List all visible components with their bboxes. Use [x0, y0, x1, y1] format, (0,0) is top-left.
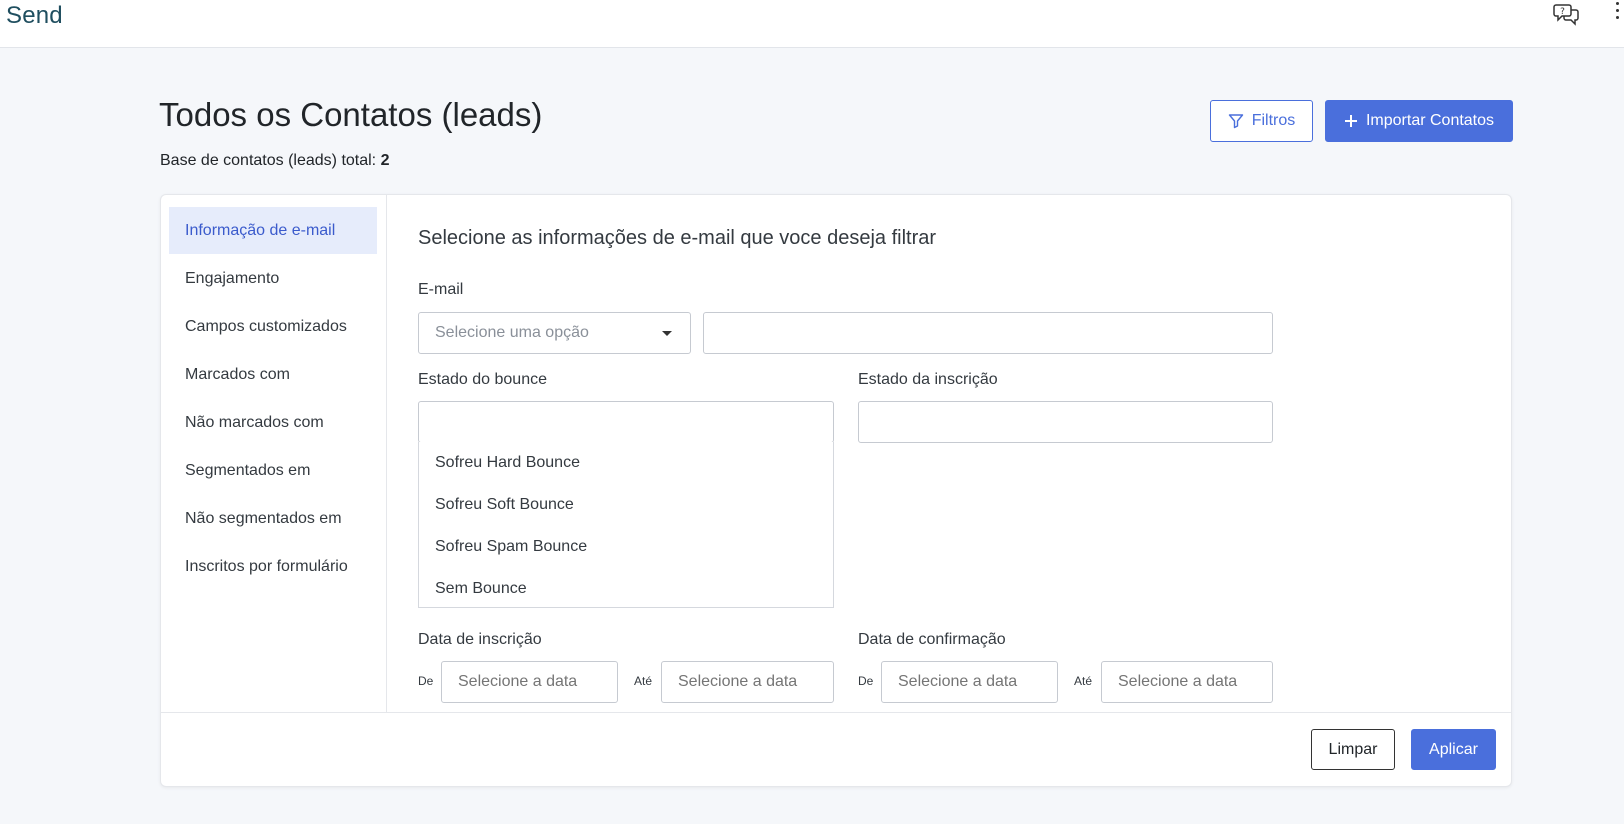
- apply-button[interactable]: Aplicar: [1411, 729, 1496, 770]
- sidebar-item-label: Campos customizados: [185, 317, 347, 335]
- bounce-state-label: Estado do bounce: [418, 371, 547, 388]
- import-contacts-label: Importar Contatos: [1365, 112, 1495, 129]
- sidebar-item-engagement[interactable]: Engajamento: [169, 255, 377, 302]
- brand-logo[interactable]: Send: [6, 2, 63, 30]
- sidebar-item-label: Não segmentados em: [185, 509, 342, 527]
- sidebar-item-not-segmented-in[interactable]: Não segmentados em: [169, 495, 377, 542]
- confirm-date-from-input[interactable]: [881, 661, 1058, 703]
- section-title: Selecione as informações de e-mail que v…: [418, 227, 937, 249]
- caret-down-icon: [662, 331, 672, 336]
- sidebar-item-subscribed-by-form[interactable]: Inscritos por formulário: [169, 543, 377, 590]
- bounce-option-none[interactable]: Sem Bounce: [419, 568, 833, 610]
- sidebar-item-label: Marcados com: [185, 365, 290, 383]
- sidebar-item-label: Não marcados com: [185, 413, 324, 431]
- sidebar-item-label: Informação de e-mail: [185, 221, 336, 239]
- bounce-state-dropdown: Sofreu Hard Bounce Sofreu Soft Bounce So…: [418, 442, 834, 608]
- clear-button[interactable]: Limpar: [1311, 729, 1395, 770]
- bounce-option-spam[interactable]: Sofreu Spam Bounce: [419, 526, 833, 568]
- bounce-option-soft[interactable]: Sofreu Soft Bounce: [419, 484, 833, 526]
- email-operator-select[interactable]: Selecione uma opção: [418, 312, 691, 354]
- sidebar-item-label: Engajamento: [185, 269, 280, 287]
- filters-button[interactable]: Filtros: [1210, 100, 1313, 142]
- sidebar-item-label: Inscritos por formulário: [185, 557, 348, 575]
- email-label: E-mail: [418, 281, 464, 298]
- bounce-option-hard[interactable]: Sofreu Hard Bounce: [419, 442, 833, 484]
- sidebar-item-not-tagged-with[interactable]: Não marcados com: [169, 399, 377, 446]
- top-bar: Send ?: [0, 0, 1624, 48]
- import-contacts-button[interactable]: Importar Contatos: [1325, 100, 1513, 142]
- footer-divider: [161, 712, 1511, 713]
- signup-date-from-input[interactable]: [441, 661, 618, 703]
- svg-text:?: ?: [1560, 7, 1565, 17]
- subscription-state-label: Estado da inscrição: [858, 371, 998, 388]
- sidebar-item-label: Segmentados em: [185, 461, 311, 479]
- subscription-state-input[interactable]: [858, 401, 1273, 443]
- confirm-date-to-label: Até: [1074, 674, 1093, 688]
- sidebar-item-tagged-with[interactable]: Marcados com: [169, 351, 377, 398]
- page-title: Todos os Contatos (leads): [159, 96, 543, 133]
- total-label: Base de contatos (leads) total:: [160, 152, 377, 169]
- total-value: 2: [380, 152, 390, 169]
- filter-icon: [1228, 114, 1243, 129]
- plus-icon: [1344, 115, 1357, 127]
- kebab-menu-icon[interactable]: [1614, 2, 1620, 24]
- bounce-state-input[interactable]: [418, 401, 834, 443]
- filters-button-label: Filtros: [1251, 112, 1296, 129]
- signup-date-from-label: De: [418, 674, 434, 688]
- email-operator-placeholder: Selecione uma opção: [435, 324, 589, 341]
- filter-sidebar: Informação de e-mail Engajamento Campos …: [161, 195, 387, 712]
- sidebar-item-segmented-in[interactable]: Segmentados em: [169, 447, 377, 494]
- sidebar-item-custom-fields[interactable]: Campos customizados: [169, 303, 377, 350]
- contacts-total: Base de contatos (leads) total: 2: [160, 152, 389, 170]
- chat-help-icon[interactable]: ?: [1553, 2, 1581, 26]
- filter-card: Informação de e-mail Engajamento Campos …: [160, 194, 1512, 787]
- sidebar-item-email-info[interactable]: Informação de e-mail: [169, 207, 377, 254]
- confirm-date-label: Data de confirmação: [858, 631, 1006, 648]
- confirm-date-from-label: De: [858, 674, 874, 688]
- signup-date-label: Data de inscrição: [418, 631, 542, 648]
- signup-date-to-label: Até: [634, 674, 653, 688]
- signup-date-to-input[interactable]: [661, 661, 834, 703]
- confirm-date-to-input[interactable]: [1101, 661, 1273, 703]
- email-value-input[interactable]: [703, 312, 1273, 354]
